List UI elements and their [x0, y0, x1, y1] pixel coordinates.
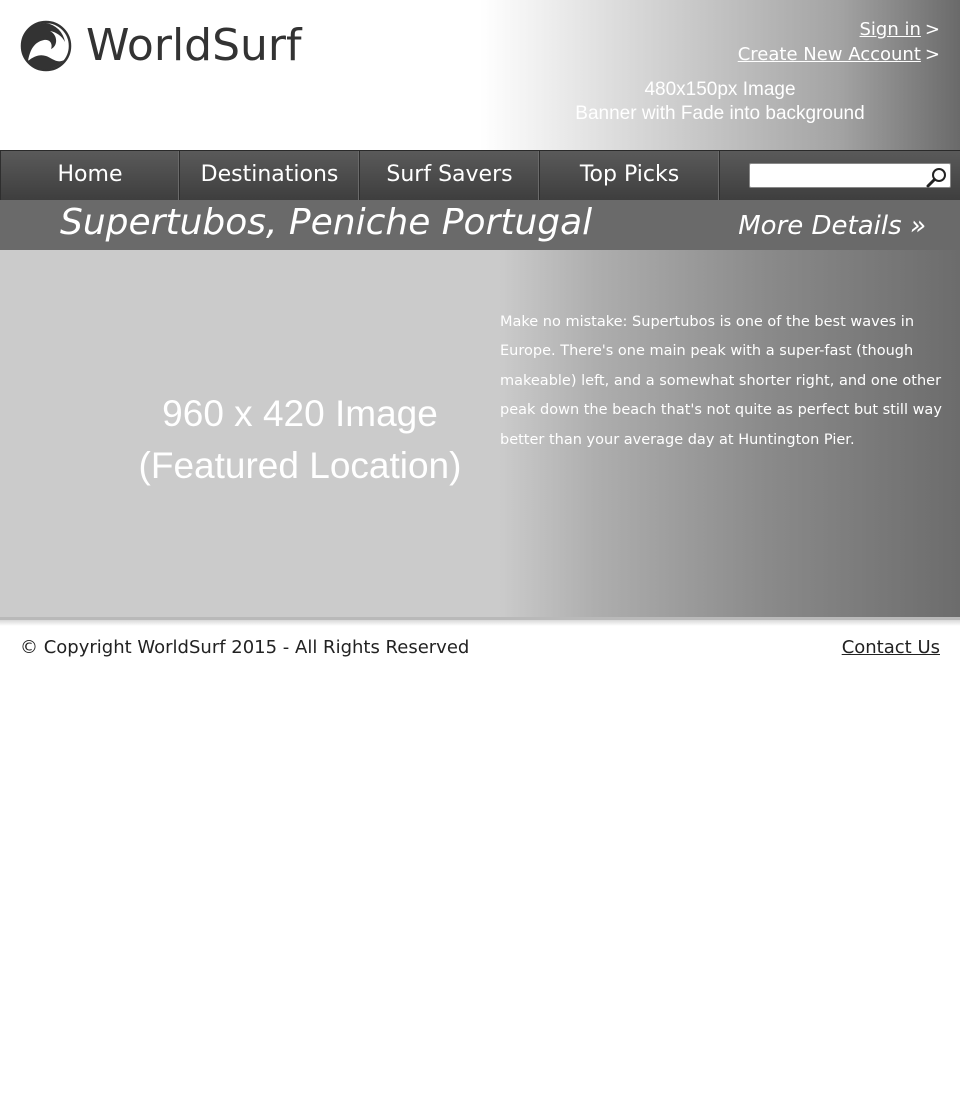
nav-item-destinations[interactable]: Destinations — [180, 151, 360, 200]
copyright-text: © Copyright WorldSurf 2015 - All Rights … — [20, 637, 470, 658]
featured-section: 960 x 420 Image (Featured Location) Make… — [0, 250, 960, 620]
nav-item-top-picks[interactable]: Top Picks — [540, 151, 720, 200]
logo-text: WorldSurf — [86, 20, 302, 71]
featured-image-placeholder: 960 x 420 Image (Featured Location) — [100, 388, 500, 492]
banner-line-1: 480x150px Image — [644, 79, 796, 100]
create-account-row: Create New Account > — [738, 42, 940, 67]
main-nav: Home Destinations Surf Savers Top Picks — [0, 150, 960, 200]
account-links: Sign in > Create New Account > — [738, 17, 940, 67]
search-box — [749, 163, 951, 188]
sign-in-arrow: > — [924, 19, 940, 40]
featured-image-line-2: (Featured Location) — [138, 445, 462, 486]
nav-item-home[interactable]: Home — [0, 151, 180, 200]
banner-line-2: Banner with Fade into background — [575, 103, 865, 124]
sign-in-row: Sign in > — [738, 17, 941, 42]
nav-item-surf-savers[interactable]: Surf Savers — [360, 151, 540, 200]
create-account-arrow: > — [924, 44, 940, 65]
more-details-link[interactable]: More Details » — [738, 200, 926, 250]
featured-description: Make no mistake: Supertubos is one of th… — [500, 314, 942, 448]
logo[interactable]: WorldSurf — [20, 20, 302, 72]
search-input[interactable] — [753, 166, 923, 185]
create-account-link[interactable]: Create New Account — [738, 44, 921, 65]
site-header: WorldSurf 480x150px Image Banner with Fa… — [0, 0, 960, 150]
featured-image-line-1: 960 x 420 Image — [162, 393, 438, 434]
search-icon[interactable] — [926, 166, 948, 188]
contact-us-link[interactable]: Contact Us — [842, 637, 940, 658]
worldsurf-logo-icon — [20, 20, 72, 72]
footer-divider — [0, 620, 960, 626]
sign-in-link[interactable]: Sign in — [860, 19, 921, 40]
banner-placeholder-text: 480x150px Image Banner with Fade into ba… — [480, 78, 960, 126]
featured-title-bar: Supertubos, Peniche Portugal More Detail… — [0, 200, 960, 250]
featured-location-title: Supertubos, Peniche Portugal — [60, 202, 593, 243]
